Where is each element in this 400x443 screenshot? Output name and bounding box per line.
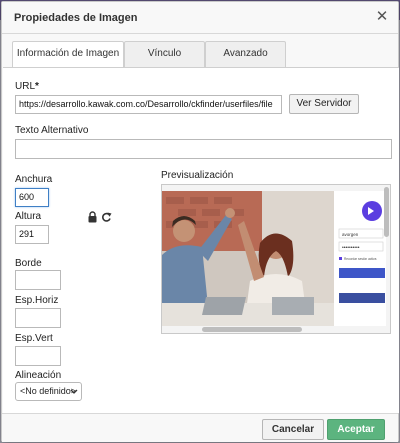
alt-text-input[interactable]	[15, 139, 392, 159]
url-input[interactable]: https://desarrollo.kawak.com.co/Desarrol…	[15, 95, 282, 114]
close-icon[interactable]: ✕	[374, 9, 390, 25]
height-label: Altura	[15, 211, 42, 222]
border-label: Borde	[15, 258, 42, 269]
browse-server-button[interactable]: Ver Servidor	[289, 94, 359, 114]
preview-horizontal-scrollbar[interactable]	[202, 327, 302, 332]
dialog-titlebar: Propiedades de Imagen ✕	[2, 2, 398, 34]
width-input[interactable]: 600	[15, 188, 49, 207]
vspace-label: Esp.Vert	[15, 333, 53, 344]
accept-button[interactable]: Aceptar	[327, 419, 385, 440]
preview-label: Previsualización	[161, 170, 234, 181]
dialog-title: Propiedades de Imagen	[14, 12, 138, 24]
chevron-down-icon	[70, 383, 78, 400]
preview-remember-text: Recordar sesión activa	[344, 257, 377, 261]
tab-link[interactable]: Vínculo	[124, 41, 205, 67]
preview-login-user: avorgen	[342, 232, 359, 237]
vspace-input[interactable]	[15, 346, 61, 366]
cancel-button[interactable]: Cancelar	[262, 419, 324, 440]
alt-text-label: Texto Alternativo	[15, 125, 89, 136]
preview-image: avorgen •••••••••• Recordar sesión activ…	[162, 185, 390, 333]
alignment-label: Alineación	[15, 370, 62, 381]
alignment-select[interactable]: <No definido>	[15, 382, 82, 401]
preview-login-password: ••••••••••	[342, 245, 360, 251]
dialog-footer: Cancelar Aceptar	[2, 413, 398, 442]
preview-area: avorgen •••••••••• Recordar sesión activ…	[161, 184, 391, 334]
tab-advanced[interactable]: Avanzado	[205, 41, 286, 67]
image-info-panel: URL* https://desarrollo.kawak.com.co/Des…	[3, 67, 399, 413]
reset-size-icon[interactable]	[101, 211, 112, 223]
height-input[interactable]: 291	[15, 225, 49, 244]
hspace-label: Esp.Horiz	[15, 295, 59, 306]
lock-icon[interactable]	[87, 211, 98, 223]
width-label: Anchura	[15, 174, 53, 185]
alignment-selected-value: <No definido>	[20, 386, 77, 396]
image-properties-dialog: Propiedades de Imagen ✕ Información de I…	[1, 1, 399, 442]
url-label: URL*	[15, 81, 39, 92]
hspace-input[interactable]	[15, 308, 61, 328]
required-mark: *	[35, 81, 39, 92]
border-input[interactable]	[15, 270, 61, 290]
tab-image-info[interactable]: Información de Imagen	[12, 41, 124, 68]
preview-vertical-scrollbar[interactable]	[384, 187, 389, 237]
